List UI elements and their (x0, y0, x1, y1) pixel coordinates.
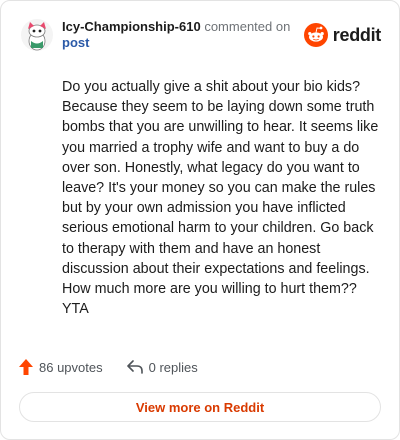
replies-button[interactable]: 0 replies (126, 359, 198, 375)
upvote-button[interactable]: 86 upvotes (19, 359, 103, 375)
comment-body: Do you actually give a shit about your b… (62, 79, 379, 318)
comment-footer: 86 upvotes 0 replies (19, 357, 198, 377)
reddit-logo[interactable]: reddit (303, 23, 382, 47)
commented-on-text: commented on (204, 19, 291, 34)
author-name[interactable]: Icy-Championship-610 (62, 19, 201, 34)
reddit-logo-icon (303, 23, 328, 47)
view-more-button[interactable]: View more on Reddit (19, 392, 381, 422)
upvote-arrow-icon (19, 359, 33, 375)
author-line: Icy-Championship-610 commented on (62, 19, 290, 35)
post-link[interactable]: post (62, 35, 89, 50)
reddit-logo-text: reddit (332, 24, 382, 45)
comment-card: Icy-Championship-610 commented on post r… (0, 0, 400, 440)
reply-arrow-icon (126, 360, 143, 374)
reply-count: 0 replies (148, 359, 198, 375)
comment-header: Icy-Championship-610 commented on post r… (21, 15, 385, 55)
upvote-count: 86 upvotes (39, 359, 103, 375)
snoo-avatar-icon (21, 19, 53, 51)
avatar[interactable] (21, 19, 53, 51)
